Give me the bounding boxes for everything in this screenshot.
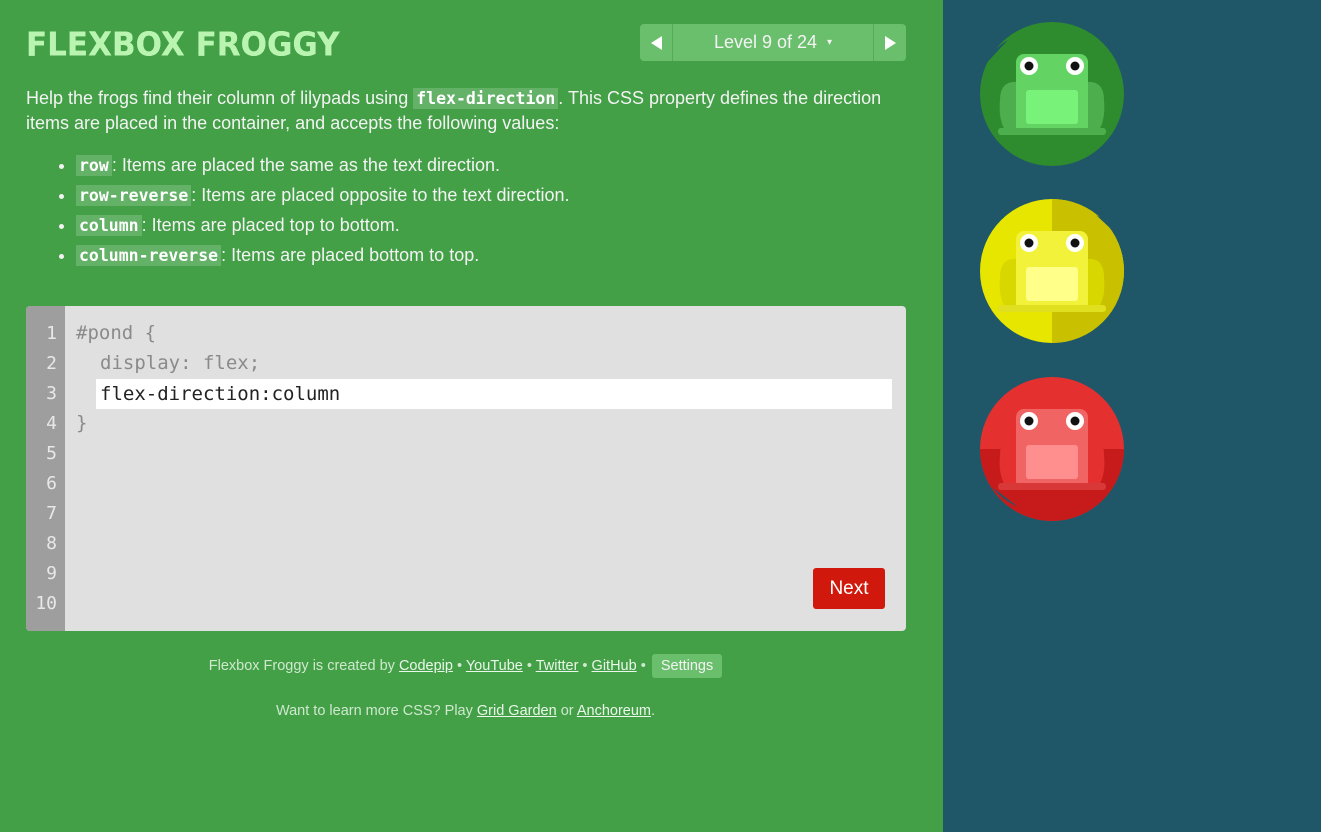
line-number: 7 bbox=[46, 503, 57, 524]
css-code-input[interactable] bbox=[96, 379, 892, 409]
learn-more: Want to learn more CSS? Play Grid Garden… bbox=[0, 703, 931, 719]
value-description: : Items are placed opposite to the text … bbox=[191, 185, 570, 205]
value-code: row bbox=[76, 155, 112, 176]
credits: Flexbox Froggy is created by Codepip • Y… bbox=[0, 654, 931, 678]
level-navigation: Level 9 of 24 ▾ bbox=[640, 24, 906, 61]
level-indicator[interactable]: Level 9 of 24 ▾ bbox=[673, 24, 873, 61]
value-code: column bbox=[76, 215, 142, 236]
separator: • bbox=[452, 658, 466, 674]
values-list: row: Items are placed the same as the te… bbox=[26, 153, 916, 268]
caret-down-icon: ▾ bbox=[827, 37, 833, 48]
previous-level-arrow-icon bbox=[650, 35, 662, 50]
line-number: 4 bbox=[46, 413, 57, 434]
grid-garden-link[interactable]: Grid Garden bbox=[477, 703, 557, 719]
next-level-arrow-icon bbox=[884, 35, 896, 50]
value-code: column-reverse bbox=[76, 245, 222, 266]
value-description: : Items are placed top to bottom. bbox=[141, 215, 400, 235]
line-number: 5 bbox=[46, 443, 57, 464]
instructions: Help the frogs find their column of lily… bbox=[26, 86, 916, 273]
learn-text-or: or bbox=[556, 703, 577, 719]
line-number: 8 bbox=[46, 533, 57, 554]
list-item: column: Items are placed top to bottom. bbox=[76, 213, 916, 238]
learn-text-period: . bbox=[651, 703, 656, 719]
line-number: 10 bbox=[35, 593, 57, 614]
line-number: 1 bbox=[46, 323, 57, 344]
app-title: FLEXBOX FROGGY bbox=[26, 26, 340, 64]
instructions-intro: Help the frogs find their column of lily… bbox=[26, 86, 916, 135]
line-number: 2 bbox=[46, 353, 57, 374]
youtube-link[interactable]: YouTube bbox=[466, 658, 523, 674]
value-code: row-reverse bbox=[76, 185, 192, 206]
line-number-gutter: 1 2 3 4 5 6 7 8 9 10 bbox=[26, 306, 65, 631]
pond bbox=[943, 0, 1321, 832]
red-lilypad-frog bbox=[980, 377, 1124, 521]
separator: • bbox=[636, 658, 650, 674]
github-link[interactable]: GitHub bbox=[592, 658, 637, 674]
intro-text-before: Help the frogs find their column of lily… bbox=[26, 88, 414, 108]
separator: • bbox=[522, 658, 536, 674]
intro-code: flex-direction bbox=[413, 88, 559, 109]
list-item: column-reverse: Items are placed bottom … bbox=[76, 243, 916, 268]
line-number: 3 bbox=[46, 383, 57, 404]
code-line-selector: #pond { bbox=[76, 322, 157, 344]
next-button[interactable]: Next bbox=[813, 568, 885, 609]
value-description: : Items are placed bottom to top. bbox=[221, 245, 480, 265]
previous-level-button[interactable] bbox=[640, 24, 673, 61]
value-description: : Items are placed the same as the text … bbox=[111, 155, 501, 175]
anchoreum-link[interactable]: Anchoreum bbox=[577, 703, 651, 719]
list-item: row-reverse: Items are placed opposite t… bbox=[76, 183, 916, 208]
code-line-closing-brace: } bbox=[76, 412, 88, 434]
twitter-link[interactable]: Twitter bbox=[536, 658, 579, 674]
line-number: 9 bbox=[46, 563, 57, 584]
css-editor: 1 2 3 4 5 6 7 8 9 10 #pond { display: fl… bbox=[26, 306, 906, 631]
credits-text: Flexbox Froggy is created by bbox=[208, 658, 399, 674]
sidebar: FLEXBOX FROGGY Level 9 of 24 ▾ Help the … bbox=[0, 0, 943, 832]
learn-text: Want to learn more CSS? Play bbox=[275, 703, 477, 719]
code-line-display: display: flex; bbox=[100, 352, 261, 374]
green-lilypad-frog bbox=[980, 22, 1124, 166]
separator: • bbox=[578, 658, 592, 674]
next-level-button[interactable] bbox=[873, 24, 906, 61]
line-number: 6 bbox=[46, 473, 57, 494]
yellow-lilypad-frog bbox=[980, 199, 1124, 343]
list-item: row: Items are placed the same as the te… bbox=[76, 153, 916, 178]
settings-button[interactable]: Settings bbox=[651, 654, 723, 678]
codepip-link[interactable]: Codepip bbox=[399, 658, 453, 674]
level-label: Level 9 of 24 bbox=[713, 32, 818, 52]
